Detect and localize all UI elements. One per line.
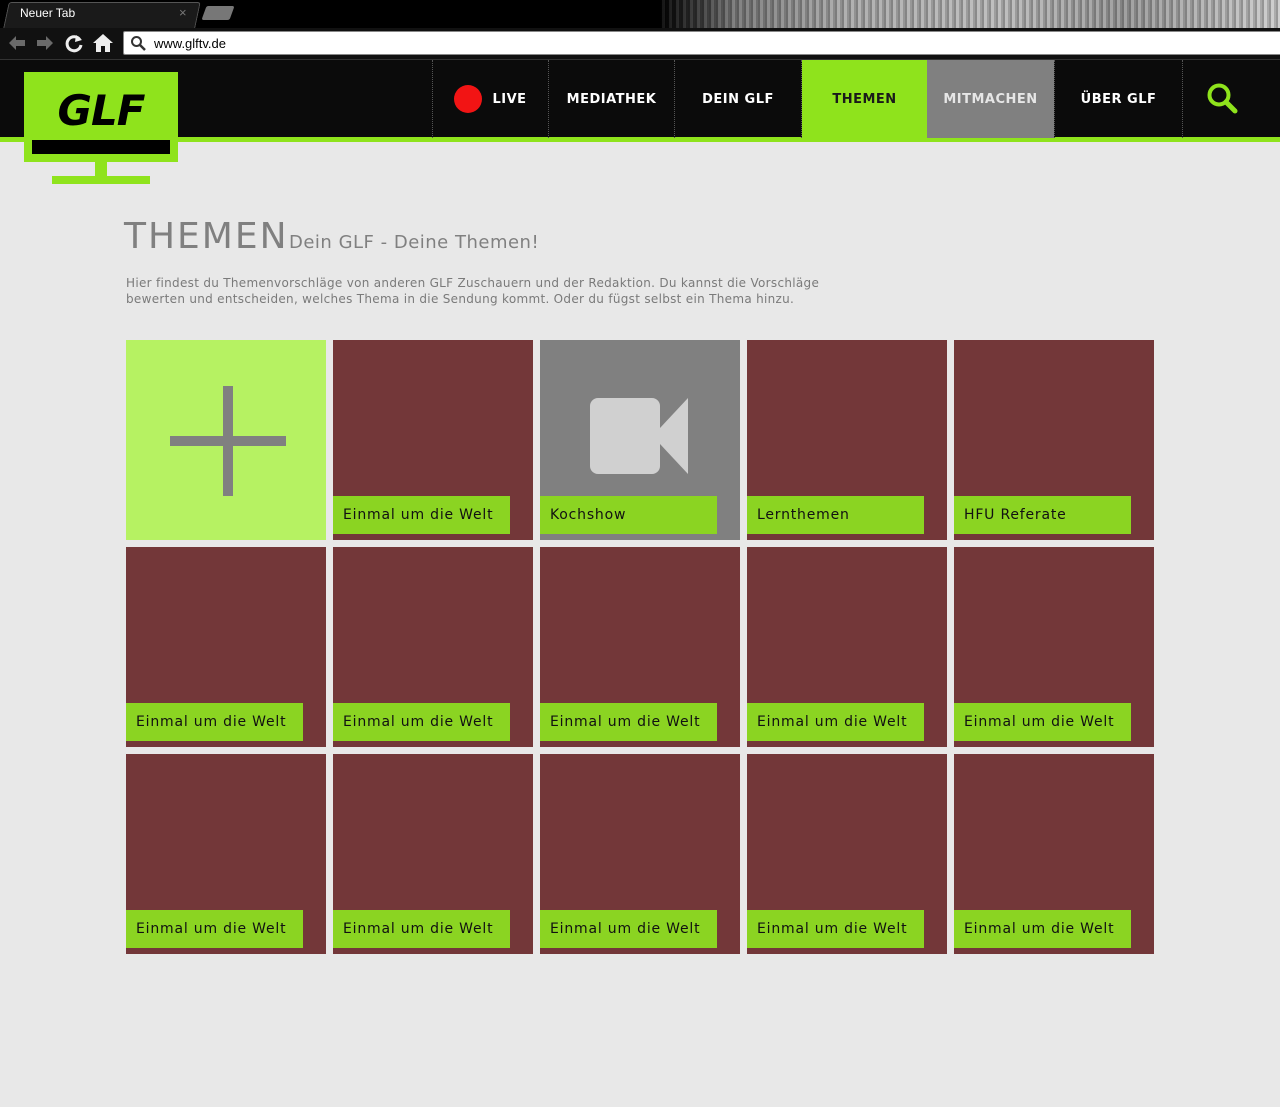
browser-tab-bar: Neuer Tab × — [0, 0, 1280, 28]
tab-close-icon[interactable]: × — [179, 5, 187, 20]
topic-label: Lernthemen — [747, 496, 924, 534]
logo-foot — [52, 176, 150, 184]
nav-item-mitmachen[interactable]: MITMACHEN — [927, 60, 1054, 138]
topic-label: Einmal um die Welt — [540, 703, 717, 741]
logo-stand — [95, 162, 107, 176]
topic-tile[interactable]: Einmal um die Welt — [333, 754, 533, 954]
topic-label: Einmal um die Welt — [126, 910, 303, 948]
nav-item-label: ÜBER GLF — [1080, 91, 1157, 107]
nav-item-ueber-glf[interactable]: ÜBER GLF — [1055, 60, 1182, 138]
reload-icon[interactable] — [63, 32, 85, 54]
topic-label: Einmal um die Welt — [954, 703, 1131, 741]
intro-line: bewerten und entscheiden, welches Thema … — [126, 292, 795, 306]
topic-label: Einmal um die Welt — [540, 910, 717, 948]
tab-title[interactable]: Neuer Tab — [20, 6, 75, 20]
nav-item-label: MEDIATHEK — [566, 91, 657, 107]
topic-label: Einmal um die Welt — [333, 910, 510, 948]
search-icon[interactable] — [1206, 82, 1238, 114]
topic-label: Einmal um die Welt — [126, 703, 303, 741]
nav-item-label: DEIN GLF — [702, 91, 774, 107]
topic-tile[interactable]: Einmal um die Welt — [333, 340, 533, 540]
topic-label: Einmal um die Welt — [747, 703, 924, 741]
topic-tile[interactable]: Einmal um die Welt — [747, 754, 947, 954]
add-topic-tile[interactable] — [126, 340, 326, 540]
video-camera-icon — [590, 398, 688, 474]
search-icon — [131, 36, 146, 51]
intro-text: Hier findest du Themenvorschläge von and… — [126, 275, 846, 307]
topic-label: Einmal um die Welt — [747, 910, 924, 948]
nav-item-label: MITMACHEN — [943, 91, 1038, 107]
nav-item-live[interactable]: LIVE — [433, 60, 548, 138]
home-icon[interactable] — [92, 32, 114, 54]
tab-bar-background — [660, 0, 1280, 28]
plus-icon — [170, 386, 286, 496]
topic-label: Einmal um die Welt — [333, 703, 510, 741]
topic-tile[interactable]: Einmal um die Welt — [126, 754, 326, 954]
topic-label: Kochshow — [540, 496, 717, 534]
page-subtitle: Dein GLF - Deine Themen! — [289, 232, 540, 253]
topic-tile[interactable]: Einmal um die Welt — [540, 754, 740, 954]
new-tab-button[interactable] — [201, 6, 235, 20]
topics-grid: Einmal um die Welt Kochshow Lernthemen H… — [126, 340, 1154, 954]
back-arrow-icon[interactable] — [6, 32, 28, 54]
url-text[interactable]: www.glftv.de — [154, 36, 226, 51]
topic-tile-video[interactable]: Kochshow — [540, 340, 740, 540]
nav-item-mediathek[interactable]: MEDIATHEK — [549, 60, 674, 138]
topic-tile[interactable]: Einmal um die Welt — [954, 754, 1154, 954]
topic-tile[interactable]: Einmal um die Welt — [540, 547, 740, 747]
live-record-icon — [454, 85, 483, 113]
topic-label: Einmal um die Welt — [333, 496, 510, 534]
topic-label: Einmal um die Welt — [954, 910, 1131, 948]
topic-tile[interactable]: Lernthemen — [747, 340, 947, 540]
topic-tile[interactable]: Einmal um die Welt — [954, 547, 1154, 747]
page-title: THEMEN — [124, 216, 289, 257]
intro-line: Hier findest du Themenvorschläge von and… — [126, 276, 820, 290]
main-navigation: LIVE MEDIATHEK DEIN GLF THEMEN MITMACHEN… — [0, 60, 1280, 138]
nav-item-themen[interactable]: THEMEN — [802, 60, 927, 138]
topic-tile[interactable]: Einmal um die Welt — [126, 547, 326, 747]
nav-item-dein-glf[interactable]: DEIN GLF — [675, 60, 801, 138]
nav-item-label: LIVE — [492, 91, 527, 107]
topic-tile[interactable]: HFU Referate — [954, 340, 1154, 540]
browser-toolbar: www.glftv.de — [0, 28, 1280, 60]
topic-tile[interactable]: Einmal um die Welt — [747, 547, 947, 747]
forward-arrow-icon[interactable] — [34, 32, 56, 54]
address-bar[interactable]: www.glftv.de — [123, 31, 1280, 55]
topic-label: HFU Referate — [954, 496, 1131, 534]
topic-tile[interactable]: Einmal um die Welt — [333, 547, 533, 747]
nav-item-label: THEMEN — [832, 91, 897, 107]
